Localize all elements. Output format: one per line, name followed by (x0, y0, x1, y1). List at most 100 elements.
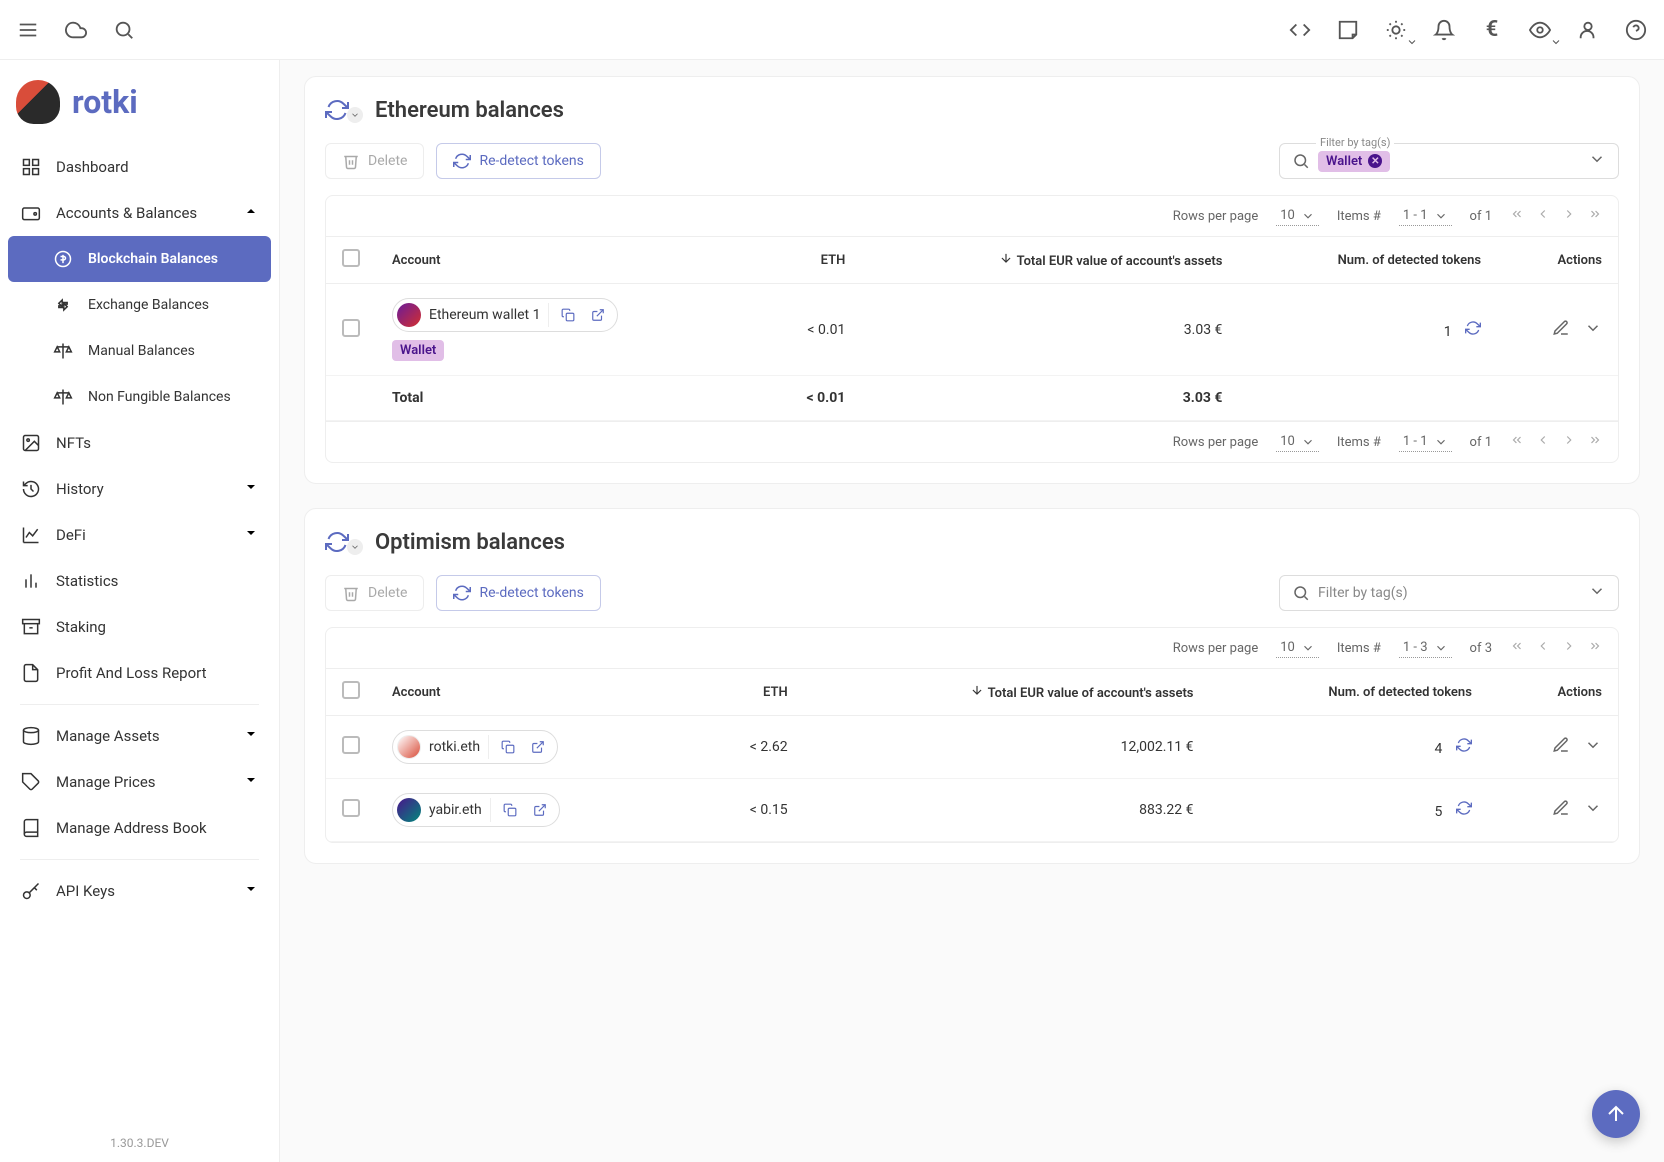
col-tokens[interactable]: Num. of detected tokens (1238, 237, 1497, 284)
tag-filter-input[interactable]: Filter by tag(s) Wallet✕ (1279, 143, 1619, 179)
rows-per-page-select[interactable]: 10 (1276, 206, 1319, 226)
refresh-section-button[interactable] (325, 529, 363, 555)
nav-label: NFTs (56, 434, 91, 452)
nav-exchange-balances[interactable]: Exchange Balances (8, 282, 271, 328)
nav-manage-prices[interactable]: Manage Prices (8, 759, 271, 805)
rows-per-page-select[interactable]: 10 (1276, 432, 1319, 452)
col-total-eur[interactable]: Total EUR value of account's assets (804, 669, 1210, 716)
redetect-tokens-button[interactable]: Re-detect tokens (436, 143, 600, 179)
col-tokens[interactable]: Num. of detected tokens (1210, 669, 1488, 716)
row-checkbox[interactable] (342, 736, 360, 754)
external-link-icon[interactable] (587, 304, 609, 326)
scroll-to-top-button[interactable] (1592, 1090, 1640, 1138)
nav-accounts-balances[interactable]: Accounts & Balances (8, 190, 271, 236)
edit-icon[interactable] (1552, 319, 1570, 341)
rows-per-page-select[interactable]: 10 (1276, 638, 1319, 658)
col-eth[interactable]: ETH (693, 669, 804, 716)
next-page-icon[interactable] (1562, 433, 1576, 451)
remove-tag-icon[interactable]: ✕ (1368, 154, 1382, 168)
items-range-select[interactable]: 1 - 1 (1399, 432, 1452, 452)
nav-label: Manage Address Book (56, 819, 207, 837)
chevron-down-icon[interactable] (1588, 150, 1606, 172)
chevron-down-icon[interactable] (347, 107, 363, 123)
nav-dashboard[interactable]: Dashboard (8, 144, 271, 190)
table-row: Ethereum wallet 1 Wallet < 0.01 3.03 € 1 (326, 284, 1618, 376)
refresh-tokens-icon[interactable] (1456, 804, 1472, 820)
delete-button[interactable]: Delete (325, 143, 424, 179)
privacy-icon[interactable] (1528, 18, 1552, 42)
nav-address-book[interactable]: Manage Address Book (8, 805, 271, 851)
tag-icon (20, 771, 42, 793)
search-icon (1292, 584, 1310, 602)
last-page-icon[interactable] (1588, 639, 1602, 657)
select-all-checkbox[interactable] (342, 249, 360, 267)
external-link-icon[interactable] (529, 799, 551, 821)
items-range-select[interactable]: 1 - 3 (1399, 638, 1452, 658)
nav-pnl[interactable]: Profit And Loss Report (8, 650, 271, 696)
items-range-select[interactable]: 1 - 1 (1399, 206, 1452, 226)
currency-icon[interactable]: € (1480, 18, 1504, 42)
first-page-icon[interactable] (1510, 639, 1524, 657)
col-eth[interactable]: ETH (757, 237, 861, 284)
row-checkbox[interactable] (342, 319, 360, 337)
note-icon[interactable] (1336, 18, 1360, 42)
col-account[interactable]: Account (376, 669, 693, 716)
refresh-tokens-icon[interactable] (1456, 741, 1472, 757)
user-icon[interactable] (1576, 18, 1600, 42)
nav-defi[interactable]: DeFi (8, 512, 271, 558)
first-page-icon[interactable] (1510, 433, 1524, 451)
refresh-tokens-icon[interactable] (1465, 324, 1481, 340)
expand-icon[interactable] (1584, 736, 1602, 758)
tag-filter-input[interactable]: Filter by tag(s) (1279, 575, 1619, 611)
prev-page-icon[interactable] (1536, 433, 1550, 451)
chevron-down-icon[interactable] (347, 539, 363, 555)
last-page-icon[interactable] (1588, 207, 1602, 225)
search-icon (1292, 152, 1310, 170)
next-page-icon[interactable] (1562, 207, 1576, 225)
prev-page-icon[interactable] (1536, 639, 1550, 657)
expand-icon[interactable] (1584, 319, 1602, 341)
last-page-icon[interactable] (1588, 433, 1602, 451)
search-icon[interactable] (112, 18, 136, 42)
copy-icon[interactable] (557, 304, 579, 326)
nav-staking[interactable]: Staking (8, 604, 271, 650)
nav-manual-balances[interactable]: Manual Balances (8, 328, 271, 374)
nav-blockchain-balances[interactable]: Blockchain Balances (8, 236, 271, 282)
delete-button[interactable]: Delete (325, 575, 424, 611)
chevron-down-icon[interactable] (1588, 582, 1606, 604)
first-page-icon[interactable] (1510, 207, 1524, 225)
nav-statistics[interactable]: Statistics (8, 558, 271, 604)
cloud-icon[interactable] (64, 18, 88, 42)
nav-api-keys[interactable]: API Keys (8, 868, 271, 914)
col-total-eur[interactable]: Total EUR value of account's assets (861, 237, 1238, 284)
filter-tag-chip[interactable]: Wallet✕ (1318, 151, 1390, 172)
row-checkbox[interactable] (342, 799, 360, 817)
total-eth: < 0.01 (757, 376, 861, 421)
edit-icon[interactable] (1552, 799, 1570, 821)
prev-page-icon[interactable] (1536, 207, 1550, 225)
archive-icon (20, 616, 42, 638)
next-page-icon[interactable] (1562, 639, 1576, 657)
help-icon[interactable] (1624, 18, 1648, 42)
copy-icon[interactable] (497, 736, 519, 758)
account-pill: yabir.eth (392, 793, 560, 827)
nav-history[interactable]: History (8, 466, 271, 512)
nav-divider (20, 704, 259, 705)
notifications-icon[interactable] (1432, 18, 1456, 42)
col-account[interactable]: Account (376, 237, 757, 284)
redetect-tokens-button[interactable]: Re-detect tokens (436, 575, 600, 611)
nav-nfts[interactable]: NFTs (8, 420, 271, 466)
expand-icon[interactable] (1584, 799, 1602, 821)
nav-manage-assets[interactable]: Manage Assets (8, 713, 271, 759)
code-icon[interactable] (1288, 18, 1312, 42)
nav-nft-balances[interactable]: Non Fungible Balances (8, 374, 271, 420)
copy-icon[interactable] (499, 799, 521, 821)
select-all-checkbox[interactable] (342, 681, 360, 699)
refresh-section-button[interactable] (325, 97, 363, 123)
menu-icon[interactable] (16, 18, 40, 42)
external-link-icon[interactable] (527, 736, 549, 758)
brand[interactable]: rotki (0, 60, 279, 144)
chart-icon (20, 524, 42, 546)
theme-icon[interactable] (1384, 18, 1408, 42)
edit-icon[interactable] (1552, 736, 1570, 758)
